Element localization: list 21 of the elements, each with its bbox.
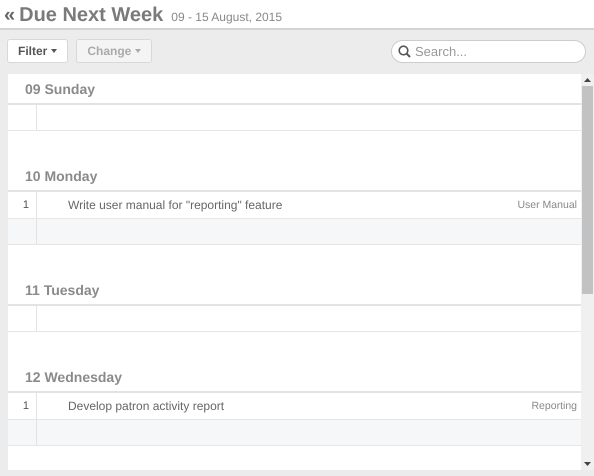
task-tag: User Manual xyxy=(517,199,581,211)
row-number: 1 xyxy=(8,192,37,218)
task-title[interactable]: Write user manual for "reporting" feature xyxy=(68,198,518,212)
caret-icon xyxy=(51,49,58,53)
day-heading: 09 Sunday xyxy=(8,74,581,105)
task-title[interactable]: Develop patron activity report xyxy=(68,399,532,413)
caret-icon xyxy=(135,49,142,53)
scroll-up-icon[interactable] xyxy=(584,78,591,82)
back-button[interactable]: « xyxy=(4,4,16,27)
page-title: Due Next Week xyxy=(19,4,164,27)
scroll-down-icon[interactable] xyxy=(584,462,591,466)
search-field[interactable]: Search... xyxy=(391,40,586,62)
dropdown-button[interactable]: Filter xyxy=(7,39,68,63)
day-heading: 10 Monday xyxy=(8,161,581,192)
row-number: 1 xyxy=(8,393,37,419)
task-tag: Reporting xyxy=(531,400,581,412)
day-heading: 11 Tuesday xyxy=(8,275,581,306)
scrollbar-thumb[interactable] xyxy=(582,86,593,294)
day-heading: 12 Wednesday xyxy=(8,362,581,393)
scrollbar[interactable] xyxy=(581,74,594,470)
date-range: 09 - 15 August, 2015 xyxy=(171,10,282,24)
